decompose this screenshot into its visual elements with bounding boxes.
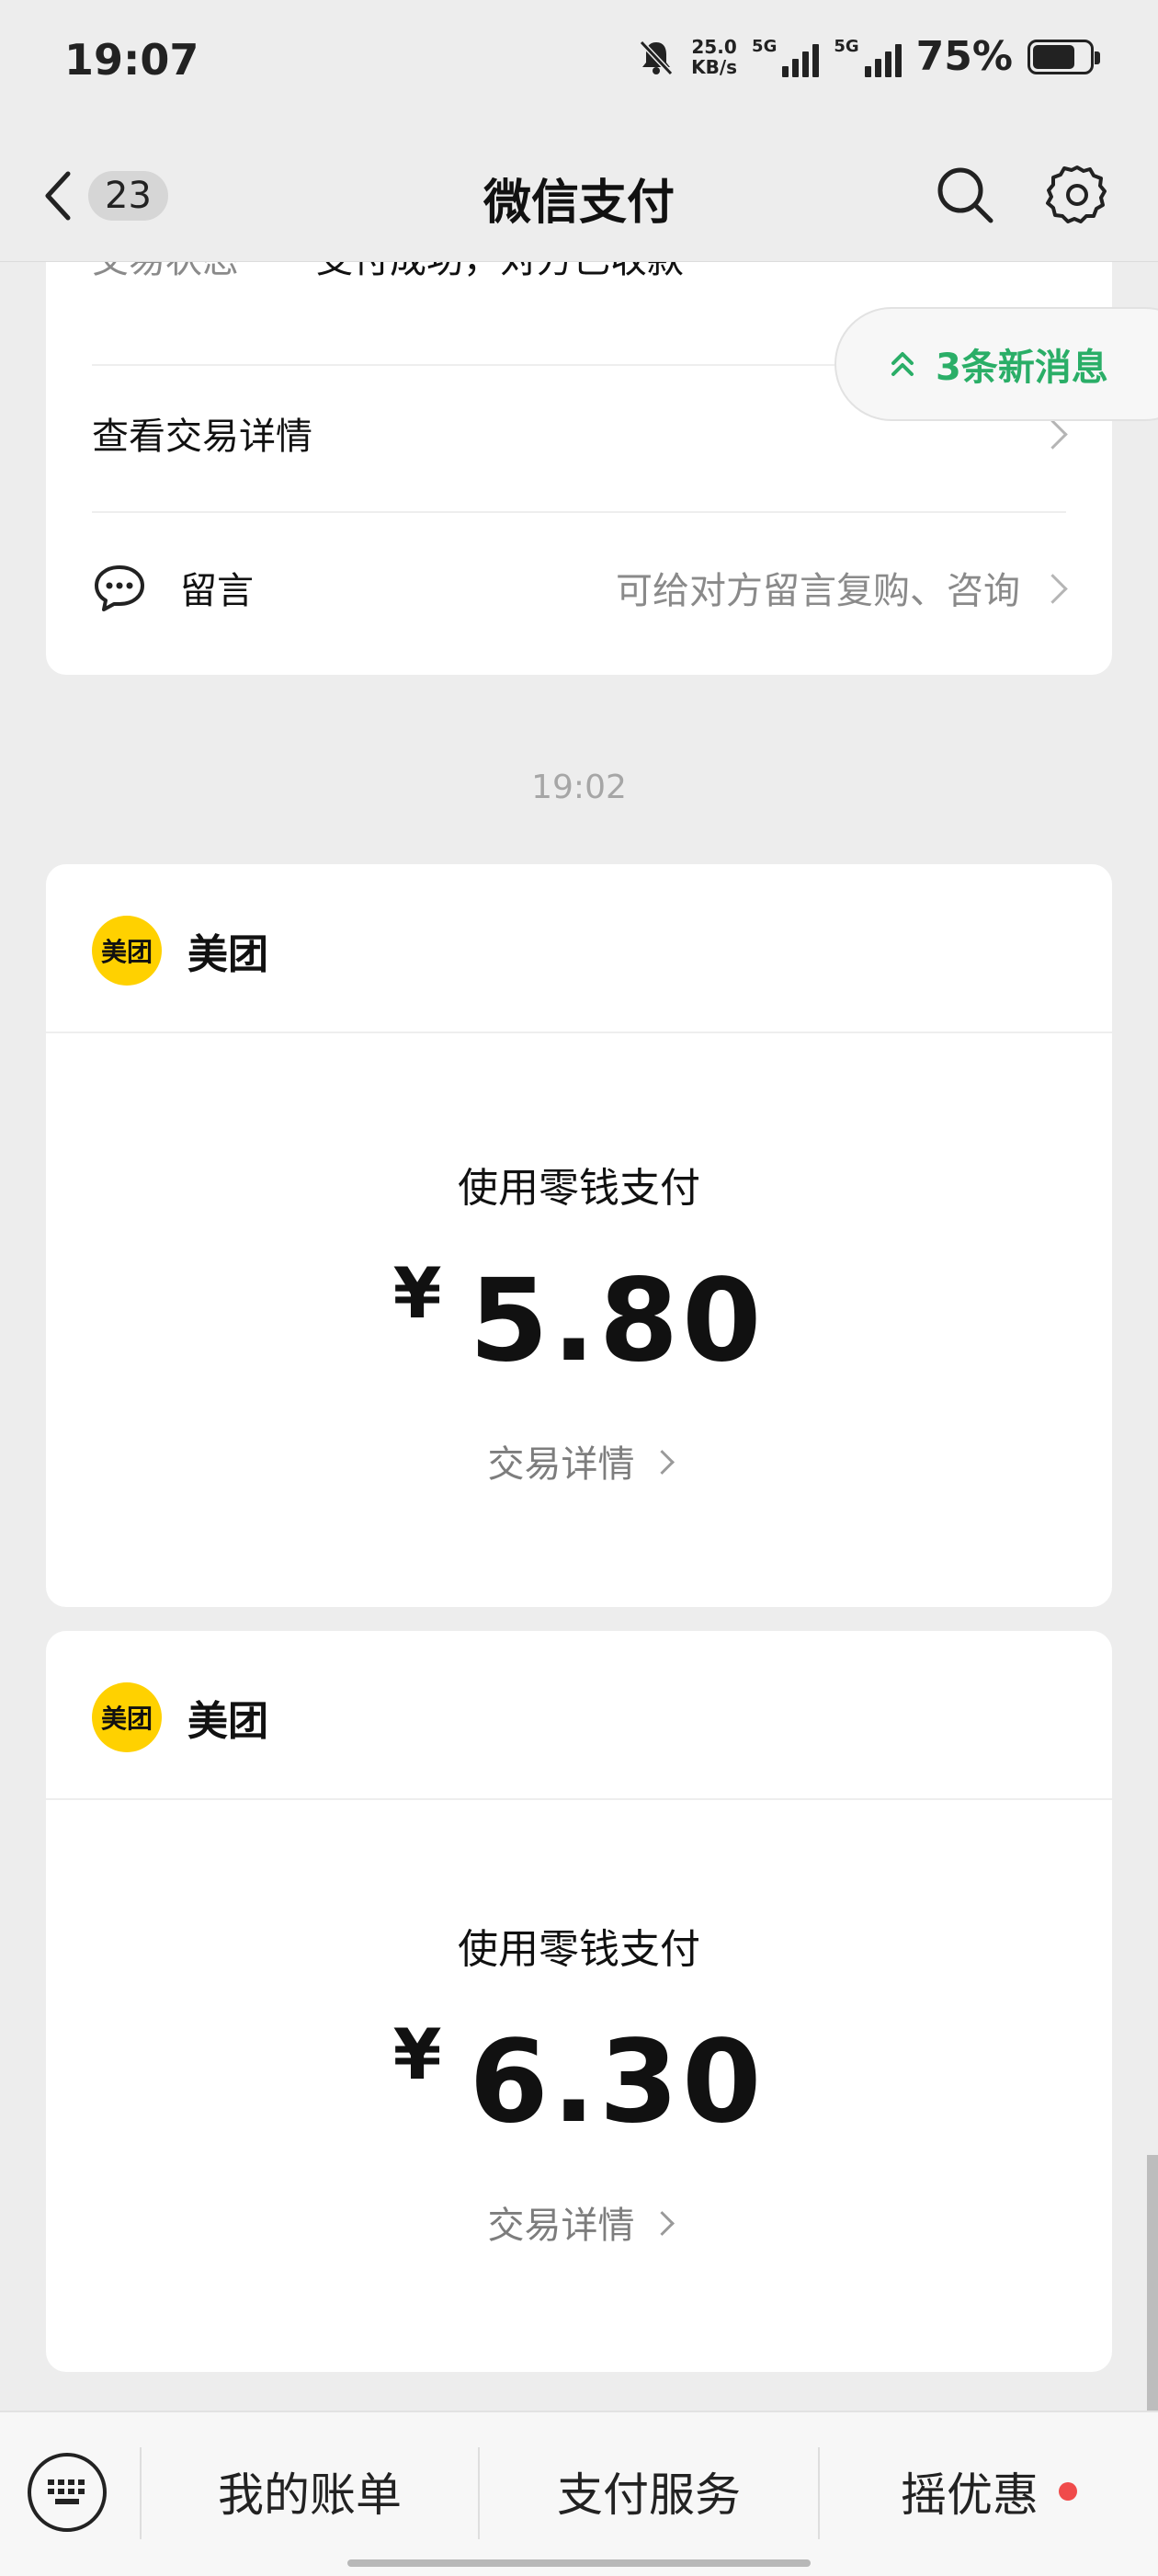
- battery-percent: 75%: [915, 33, 1013, 80]
- gear-icon[interactable]: [1044, 162, 1110, 228]
- comment-label: 留言: [180, 570, 254, 612]
- sim2-label: 5G: [834, 36, 859, 56]
- divider: [46, 1798, 1112, 1800]
- transaction-detail-link[interactable]: 交易详情: [46, 2195, 1112, 2249]
- message-timestamp: 19:02: [531, 769, 627, 806]
- home-indicator[interactable]: [347, 2559, 811, 2567]
- battery-icon: [1027, 39, 1100, 74]
- divider: [46, 1032, 1112, 1033]
- signal-icon: 5G: [752, 36, 820, 77]
- notification-dot: [1059, 2482, 1077, 2501]
- search-icon[interactable]: [932, 162, 998, 228]
- merchant-name: 美团: [187, 1698, 268, 1745]
- new-messages-button[interactable]: 3条新消息: [834, 307, 1158, 421]
- payment-method: 使用零钱支付: [458, 1165, 700, 1212]
- transaction-detail-label: 交易详情: [487, 1443, 635, 1486]
- status-bar: 19:07 25.0 KB/s 5G 5G 75%: [0, 0, 1158, 129]
- transaction-detail-label: 交易详情: [487, 2205, 635, 2247]
- payment-method: 使用零钱支付: [458, 1926, 700, 1973]
- scrollbar[interactable]: [1147, 2155, 1158, 2412]
- currency-symbol: ¥: [392, 1252, 446, 1334]
- transaction-detail-link[interactable]: 交易详情: [46, 1434, 1112, 1487]
- new-messages-label: 3条新消息: [936, 347, 1108, 389]
- merchant-header: 美团 美团: [92, 916, 268, 986]
- comment-row[interactable]: 留言 可给对方留言复购、咨询: [92, 555, 1066, 620]
- meituan-logo: 美团: [92, 1682, 162, 1752]
- merchant-name: 美团: [187, 931, 268, 978]
- payment-card[interactable]: 美团 美团 使用零钱支付 ¥6.30 交易详情: [46, 1631, 1112, 2372]
- divider: [92, 511, 1066, 513]
- amount-value: 5.80: [469, 1255, 766, 1387]
- amount-value: 6.30: [469, 2016, 766, 2149]
- keyboard-toggle-button[interactable]: [28, 2453, 107, 2532]
- payment-amount: ¥6.30: [46, 2013, 1112, 2149]
- mute-bell-icon: [639, 40, 674, 75]
- menu-my-bills[interactable]: 我的账单: [142, 2412, 478, 2570]
- menu-payment-services-label: 支付服务: [557, 2468, 741, 2522]
- meituan-logo: 美团: [92, 916, 162, 986]
- keyboard-icon: [48, 2479, 85, 2504]
- comment-icon: [95, 565, 144, 611]
- menu-my-bills-label: 我的账单: [218, 2468, 402, 2522]
- view-details-label: 查看交易详情: [92, 416, 312, 458]
- comment-hint: 可给对方留言复购、咨询: [616, 570, 1020, 612]
- nav-bar: 23 微信支付: [0, 129, 1158, 262]
- menu-shake-deals[interactable]: 摇优惠: [820, 2412, 1158, 2570]
- sim1-label: 5G: [752, 36, 778, 56]
- payment-amount: ¥5.80: [46, 1252, 1112, 1387]
- menu-shake-deals-label: 摇优惠: [901, 2468, 1039, 2522]
- payment-card[interactable]: 美团 美团 使用零钱支付 ¥5.80 交易详情: [46, 864, 1112, 1607]
- battery-fill: [1033, 44, 1074, 69]
- network-speed-unit: KB/s: [691, 55, 738, 78]
- currency-symbol: ¥: [392, 2013, 446, 2095]
- network-speed-value: 25.0: [691, 35, 737, 58]
- status-time: 19:07: [64, 35, 199, 85]
- merchant-header: 美团 美团: [92, 1682, 268, 1752]
- bottom-menu-bar: 我的账单 支付服务 摇优惠: [0, 2411, 1158, 2576]
- status-icons: 25.0 KB/s 5G 5G 75%: [636, 33, 1100, 80]
- double-chevron-up-icon: [891, 352, 914, 376]
- chevron-right-icon: [649, 2211, 675, 2236]
- signal-icon: 5G: [834, 36, 902, 77]
- network-speed: 25.0 KB/s: [691, 37, 737, 77]
- menu-payment-services[interactable]: 支付服务: [480, 2412, 818, 2570]
- chevron-right-icon: [649, 1450, 675, 1475]
